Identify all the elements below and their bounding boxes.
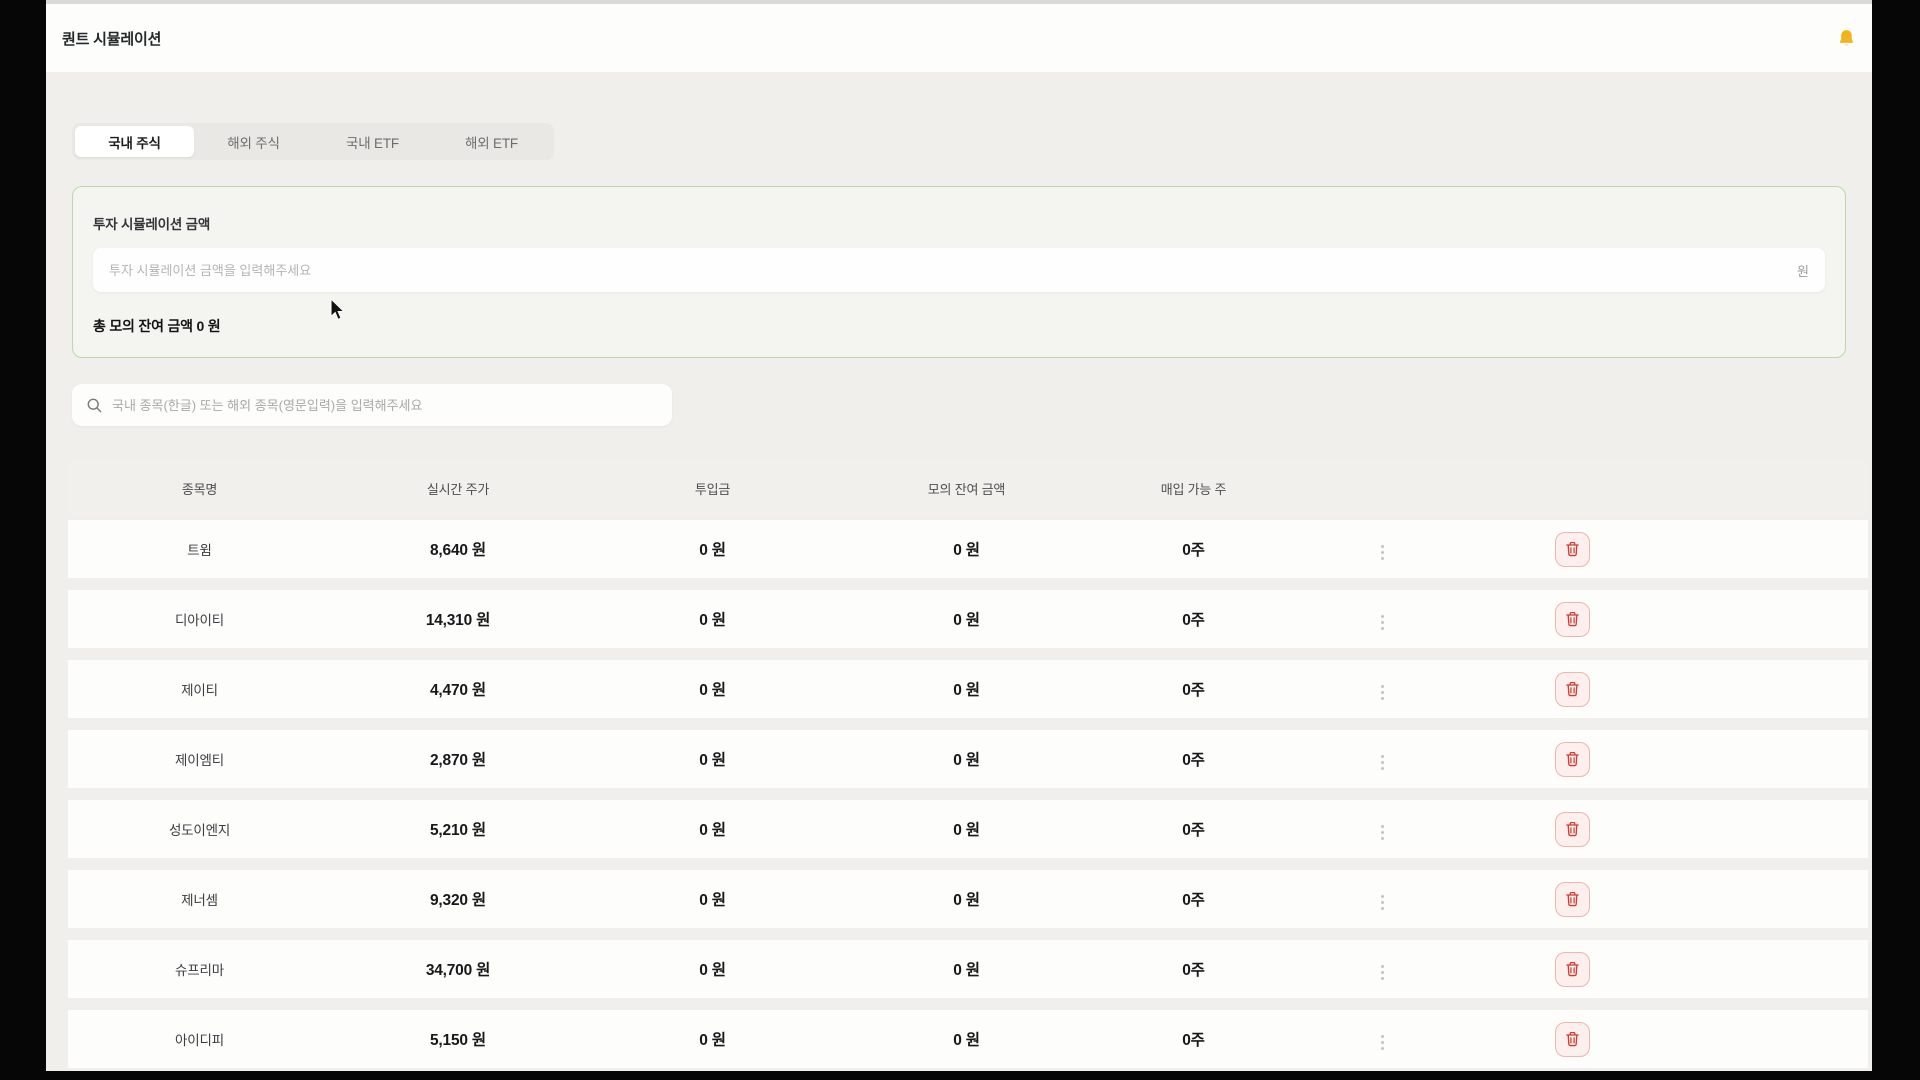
table-row: 제너셈 9,320 원 0 원 0 원 0주	[68, 870, 1868, 928]
stock-shares: 0주	[1093, 538, 1294, 560]
stock-balance: 0 원	[840, 538, 1093, 560]
col-header-name: 종목명	[68, 479, 331, 498]
stock-name: 성도이엔지	[68, 819, 331, 839]
table-row: 제이엠티 2,870 원 0 원 0 원 0주	[68, 730, 1868, 788]
stock-search-bar	[72, 384, 672, 426]
stock-table: 종목명 실시간 주가 투입금 모의 잔여 금액 매입 가능 주 트윔 8,640…	[68, 460, 1868, 1068]
trash-icon	[1565, 751, 1580, 767]
stock-balance: 0 원	[840, 958, 1093, 980]
main-content: 국내 주식 해외 주식 국내 ETF 해외 ETF 투자 시뮬레이션 금액 원 …	[46, 72, 1872, 1068]
delete-stock-button[interactable]	[1555, 532, 1590, 567]
stock-name: 트윔	[68, 539, 331, 559]
kebab-menu-icon[interactable]	[1377, 961, 1388, 984]
total-mock-balance-label: 총 모의 잔여 금액 0 원	[93, 316, 1825, 336]
stock-shares: 0주	[1093, 958, 1294, 980]
stock-price: 2,870 원	[331, 748, 585, 770]
currency-suffix-label: 원	[1797, 261, 1809, 280]
stock-name: 디아이티	[68, 609, 331, 629]
table-row: 성도이엔지 5,210 원 0 원 0 원 0주	[68, 800, 1868, 858]
app-window: 퀀트 시뮬레이션 국내 주식 해외 주식 국내 ETF 해외 ETF 투자 시뮬…	[46, 0, 1872, 1071]
table-header-row: 종목명 실시간 주가 투입금 모의 잔여 금액 매입 가능 주	[68, 460, 1868, 516]
simulation-amount-box: 투자 시뮬레이션 금액 원 총 모의 잔여 금액 0 원	[72, 186, 1846, 358]
trash-icon	[1565, 611, 1580, 627]
stock-invested: 0 원	[585, 538, 840, 560]
tab-bar: 국내 주식 해외 주식 국내 ETF 해외 ETF	[72, 123, 554, 160]
stock-name: 제이엠티	[68, 749, 331, 769]
trash-icon	[1565, 541, 1580, 557]
stock-shares: 0주	[1093, 818, 1294, 840]
kebab-menu-icon[interactable]	[1377, 611, 1388, 634]
simulation-amount-input-wrap: 원	[93, 248, 1825, 292]
stock-invested: 0 원	[585, 608, 840, 630]
stock-name: 아이디피	[68, 1029, 331, 1049]
trash-icon	[1565, 821, 1580, 837]
stock-name: 제너셈	[68, 889, 331, 909]
stock-balance: 0 원	[840, 888, 1093, 910]
stock-price: 9,320 원	[331, 888, 585, 910]
trash-icon	[1565, 961, 1580, 977]
stock-balance: 0 원	[840, 748, 1093, 770]
stock-price: 5,150 원	[331, 1028, 585, 1050]
stock-shares: 0주	[1093, 888, 1294, 910]
stock-price: 34,700 원	[331, 958, 585, 980]
stock-invested: 0 원	[585, 818, 840, 840]
stock-balance: 0 원	[840, 608, 1093, 630]
stock-balance: 0 원	[840, 818, 1093, 840]
kebab-menu-icon[interactable]	[1377, 541, 1388, 564]
delete-stock-button[interactable]	[1555, 602, 1590, 637]
stock-shares: 0주	[1093, 748, 1294, 770]
delete-stock-button[interactable]	[1555, 742, 1590, 777]
delete-stock-button[interactable]	[1555, 1022, 1590, 1057]
page-title: 퀀트 시뮬레이션	[62, 28, 161, 49]
stock-invested: 0 원	[585, 888, 840, 910]
stock-invested: 0 원	[585, 748, 840, 770]
stock-invested: 0 원	[585, 1028, 840, 1050]
trash-icon	[1565, 1031, 1580, 1047]
stock-balance: 0 원	[840, 678, 1093, 700]
stock-shares: 0주	[1093, 608, 1294, 630]
search-icon	[86, 397, 103, 414]
table-row: 슈프리마 34,700 원 0 원 0 원 0주	[68, 940, 1868, 998]
stock-invested: 0 원	[585, 678, 840, 700]
kebab-menu-icon[interactable]	[1377, 751, 1388, 774]
delete-stock-button[interactable]	[1555, 672, 1590, 707]
trash-icon	[1565, 891, 1580, 907]
delete-stock-button[interactable]	[1555, 882, 1590, 917]
col-header-price: 실시간 주가	[331, 479, 585, 498]
stock-price: 14,310 원	[331, 608, 585, 630]
simulation-amount-input[interactable]	[109, 263, 1787, 278]
col-header-shares: 매입 가능 주	[1093, 479, 1294, 498]
table-row: 제이티 4,470 원 0 원 0 원 0주	[68, 660, 1868, 718]
delete-stock-button[interactable]	[1555, 812, 1590, 847]
simulation-amount-label: 투자 시뮬레이션 금액	[93, 213, 1825, 233]
kebab-menu-icon[interactable]	[1377, 891, 1388, 914]
stock-price: 8,640 원	[331, 538, 585, 560]
app-header: 퀀트 시뮬레이션	[46, 4, 1872, 72]
tab-domestic-etf[interactable]: 국내 ETF	[313, 126, 432, 157]
kebab-menu-icon[interactable]	[1377, 821, 1388, 844]
tab-domestic-stock[interactable]: 국내 주식	[75, 126, 194, 157]
table-row: 트윔 8,640 원 0 원 0 원 0주	[68, 520, 1868, 578]
stock-price: 4,470 원	[331, 678, 585, 700]
stock-shares: 0주	[1093, 678, 1294, 700]
tab-overseas-etf[interactable]: 해외 ETF	[432, 126, 551, 157]
delete-stock-button[interactable]	[1555, 952, 1590, 987]
bell-icon[interactable]	[1834, 26, 1858, 50]
stock-shares: 0주	[1093, 1028, 1294, 1050]
table-body: 트윔 8,640 원 0 원 0 원 0주 디아이티 14,310 원 0 원	[68, 520, 1868, 1068]
stock-search-input[interactable]	[112, 398, 658, 413]
kebab-menu-icon[interactable]	[1377, 1031, 1388, 1054]
stock-name: 제이티	[68, 679, 331, 699]
col-header-balance: 모의 잔여 금액	[840, 479, 1093, 498]
trash-icon	[1565, 681, 1580, 697]
table-row: 디아이티 14,310 원 0 원 0 원 0주	[68, 590, 1868, 648]
tab-overseas-stock[interactable]: 해외 주식	[194, 126, 313, 157]
stock-price: 5,210 원	[331, 818, 585, 840]
col-header-invested: 투입금	[585, 479, 840, 498]
table-row: 아이디피 5,150 원 0 원 0 원 0주	[68, 1010, 1868, 1068]
stock-invested: 0 원	[585, 958, 840, 980]
stock-balance: 0 원	[840, 1028, 1093, 1050]
stock-name: 슈프리마	[68, 959, 331, 979]
kebab-menu-icon[interactable]	[1377, 681, 1388, 704]
